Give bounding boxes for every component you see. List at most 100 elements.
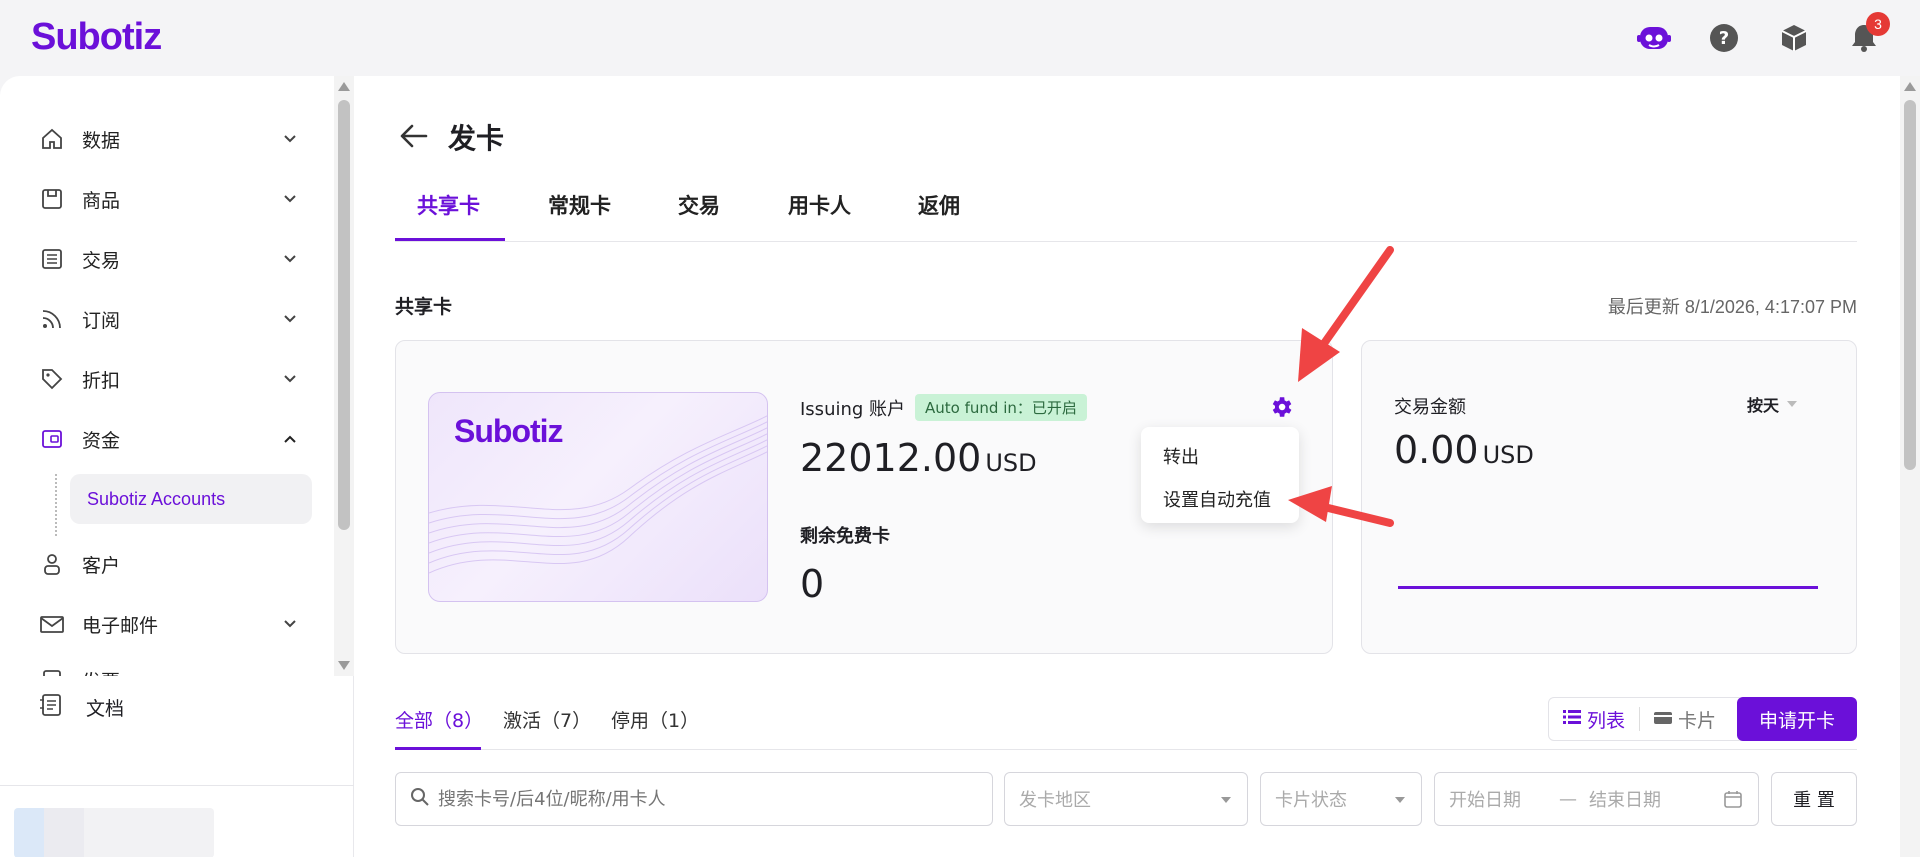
bell-icon[interactable]: 3: [1846, 12, 1890, 56]
free-cards-value: 0: [800, 562, 825, 606]
chevron-down-icon: [280, 249, 300, 269]
period-select[interactable]: 按天: [1747, 392, 1798, 416]
assistant-bot-icon[interactable]: [1636, 20, 1672, 56]
sidebar-item-discounts[interactable]: 折扣: [38, 357, 300, 401]
scroll-down-icon[interactable]: [338, 661, 350, 670]
menu-item-auto-topup[interactable]: 设置自动充值: [1163, 486, 1271, 512]
balance-currency: USD: [985, 449, 1037, 477]
apply-card-button[interactable]: 申请开卡: [1737, 697, 1857, 741]
home-icon: [38, 125, 66, 153]
tag-icon: [38, 365, 66, 393]
scroll-up-icon[interactable]: [338, 82, 350, 91]
date-separator: —: [1559, 788, 1577, 810]
help-icon[interactable]: ?: [1706, 20, 1742, 56]
chevron-down-icon: [280, 309, 300, 329]
sidebar-item-subscriptions[interactable]: 订阅: [38, 297, 300, 341]
gear-icon[interactable]: [1268, 394, 1294, 420]
chevron-down-icon: [280, 189, 300, 209]
view-card-option[interactable]: 卡片: [1640, 706, 1730, 733]
active-filter-indicator: [395, 747, 481, 750]
account-balance: 22012.00 USD: [800, 436, 1037, 480]
page-title: 发卡: [448, 122, 505, 155]
account-label: Issuing 账户: [800, 398, 906, 420]
sidebar-item-label: 电子邮件: [82, 614, 159, 637]
start-date-input[interactable]: 开始日期: [1449, 786, 1521, 812]
sidebar-item-invoices[interactable]: 发票: [38, 658, 300, 676]
app-logo[interactable]: Subotiz: [31, 16, 162, 59]
transaction-amount-value: 0.00: [1394, 428, 1479, 472]
account-label-row: Issuing 账户 Auto fund in：已开启: [800, 394, 1087, 421]
sidebar-item-docs[interactable]: 文档: [38, 692, 124, 723]
sidebar-item-customers[interactable]: 客户: [38, 542, 300, 586]
view-toggle: 列表 卡片: [1548, 697, 1744, 741]
settings-dropdown-menu: 转出 设置自动充值: [1141, 427, 1299, 523]
top-bar: Subotiz ? 3: [0, 0, 1920, 76]
card-view-icon: [1654, 708, 1673, 730]
tab-active[interactable]: 激活（7）: [503, 706, 591, 733]
tab-rebates[interactable]: 返佣: [918, 190, 960, 220]
main-tabs: 共享卡 常规卡 交易 用卡人 返佣: [395, 180, 1857, 242]
status-select[interactable]: 卡片状态: [1260, 772, 1422, 826]
chevron-down-icon: [280, 129, 300, 149]
docs-label: 文档: [86, 698, 125, 720]
sidebar-item-label: 交易: [82, 249, 121, 272]
list-icon: [38, 245, 66, 273]
sidebar-nav: 数据 商品 交易 订阅 折扣 资金 Subotiz Accounts 客户 电子…: [0, 76, 334, 676]
free-cards-label: 剩余免费卡: [800, 526, 890, 547]
view-list-label: 列表: [1587, 709, 1626, 732]
status-badge: Auto fund in：已开启: [915, 394, 1087, 421]
tab-shared-cards[interactable]: 共享卡: [417, 190, 480, 220]
sidebar-item-label: 客户: [82, 554, 121, 577]
active-tab-indicator: [395, 238, 505, 241]
avatar[interactable]: [14, 808, 214, 857]
calendar-icon: [1724, 790, 1742, 813]
transaction-amount-label: 交易金额: [1394, 397, 1466, 418]
chevron-down-icon: [280, 614, 300, 634]
scrollbar-thumb[interactable]: [338, 100, 350, 530]
scroll-up-icon[interactable]: [1904, 82, 1916, 91]
sidebar-item-email[interactable]: 电子邮件: [38, 602, 300, 646]
caret-down-icon: [1221, 797, 1231, 803]
reset-button[interactable]: 重 置: [1771, 772, 1857, 826]
sidebar-item-label: 发票: [82, 667, 120, 677]
sidebar-item-data[interactable]: 数据: [38, 117, 300, 161]
chevron-up-icon: [280, 429, 300, 449]
menu-item-transfer-out[interactable]: 转出: [1163, 443, 1199, 469]
sidebar-subitem-subotiz-accounts[interactable]: Subotiz Accounts: [70, 474, 312, 524]
wallet-icon: [38, 425, 66, 453]
chevron-down-icon: [280, 369, 300, 389]
user-icon: [38, 550, 66, 578]
tab-all[interactable]: 全部（8）: [395, 706, 483, 733]
tab-transactions[interactable]: 交易: [678, 190, 720, 220]
sidebar-item-transactions[interactable]: 交易: [38, 237, 300, 281]
scrollbar-thumb[interactable]: [1904, 100, 1916, 470]
tab-disabled[interactable]: 停用（1）: [611, 706, 699, 733]
view-list-option[interactable]: 列表: [1549, 706, 1639, 733]
end-date-input[interactable]: 结束日期: [1589, 786, 1661, 812]
tab-cardholders[interactable]: 用卡人: [788, 190, 851, 220]
sidebar-item-label: 订阅: [82, 309, 121, 332]
caret-down-icon: [1787, 401, 1798, 407]
package-icon[interactable]: [1776, 20, 1812, 56]
store-icon: [38, 185, 66, 213]
sidebar-item-label: 折扣: [82, 369, 121, 392]
notification-badge: 3: [1866, 12, 1890, 36]
date-range-picker[interactable]: 开始日期 — 结束日期: [1434, 772, 1759, 826]
search-field[interactable]: [395, 772, 993, 826]
sidebar-item-products[interactable]: 商品: [38, 177, 300, 221]
sidebar-item-label: 商品: [82, 189, 121, 212]
top-icons: ? 3: [1636, 12, 1890, 56]
region-select[interactable]: 发卡地区: [1004, 772, 1248, 826]
back-arrow-icon[interactable]: [398, 120, 430, 152]
region-select-placeholder: 发卡地区: [1019, 790, 1091, 811]
search-input[interactable]: [438, 788, 978, 810]
sidebar-scrollbar[interactable]: [334, 76, 354, 676]
search-icon: [410, 787, 430, 812]
invoice-icon: [38, 666, 66, 676]
rss-icon: [38, 305, 66, 333]
sidebar-item-funds[interactable]: 资金: [38, 417, 300, 461]
main-scrollbar[interactable]: [1900, 76, 1920, 857]
tab-regular-cards[interactable]: 常规卡: [548, 190, 611, 220]
view-card-label: 卡片: [1678, 709, 1717, 732]
transaction-amount-currency: USD: [1482, 441, 1534, 469]
